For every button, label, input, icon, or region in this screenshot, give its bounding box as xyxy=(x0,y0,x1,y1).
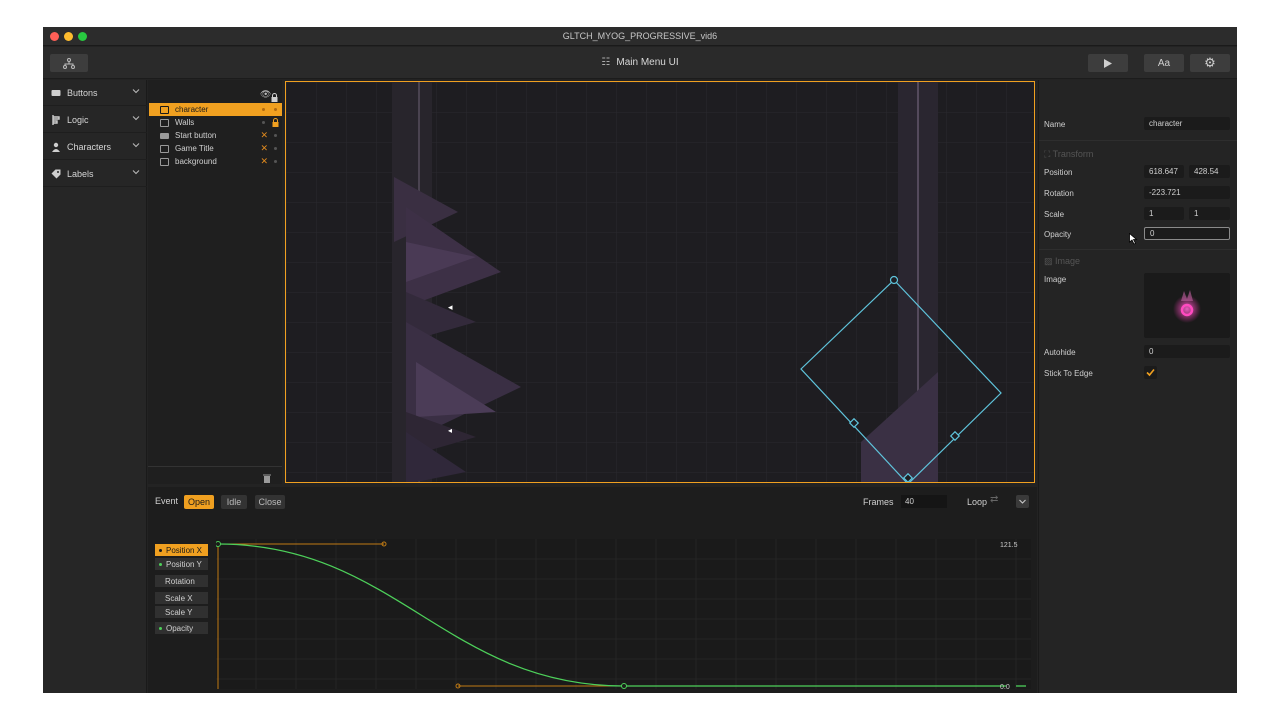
lock-icon[interactable] xyxy=(272,118,279,129)
layer-item-character[interactable]: character xyxy=(149,103,282,116)
trash-icon[interactable] xyxy=(263,470,271,488)
event-label: Event xyxy=(155,496,179,506)
curve-editor[interactable]: 121.5 0.0 0 10 20 30 xyxy=(216,539,1031,693)
svg-text:◂: ◂ xyxy=(448,426,452,435)
position-y-field[interactable]: 428.54 xyxy=(1189,165,1230,178)
settings-button[interactable]: ⚙ xyxy=(1190,54,1230,72)
scene-canvas[interactable]: ◂ ◂ xyxy=(285,81,1035,483)
list-icon: ☷ xyxy=(601,57,611,68)
scene-view: ◂ ◂ xyxy=(286,82,1034,482)
image-icon xyxy=(160,118,169,127)
curve-max-value: 121.5 xyxy=(1000,542,1018,549)
frames-input[interactable]: 40 xyxy=(901,495,947,508)
image-icon xyxy=(160,157,169,166)
scale-x-field[interactable]: 1 xyxy=(1144,207,1184,220)
image-icon: ▨ xyxy=(1044,256,1053,266)
chevron-down-icon xyxy=(132,114,140,124)
loop-label: Loop xyxy=(967,497,988,507)
property-opacity[interactable]: Opacity xyxy=(155,622,208,634)
property-scale-y[interactable]: Scale Y xyxy=(155,606,208,618)
buttons-icon xyxy=(51,88,61,98)
hidden-icon[interactable]: ✕ xyxy=(260,156,268,167)
property-scale-x[interactable]: Scale X xyxy=(155,592,208,604)
layer-item-background[interactable]: background ✕ xyxy=(149,155,282,168)
gear-icon: ⚙ xyxy=(1204,55,1216,70)
scale-label: Scale xyxy=(1044,210,1065,219)
sidebar-item-buttons[interactable]: Buttons xyxy=(43,80,147,106)
property-position-x[interactable]: Position X xyxy=(155,544,208,556)
image-preview[interactable] xyxy=(1144,273,1230,338)
mouse-cursor-icon xyxy=(1129,232,1138,250)
person-icon xyxy=(51,142,61,152)
image-icon xyxy=(160,144,169,153)
character-sprite xyxy=(1173,290,1201,323)
app-window: GLTCH_MYOG_PROGRESSIVE_vid6 ☷ Main Menu U… xyxy=(43,27,1237,693)
frames-label: Frames xyxy=(863,497,894,507)
layers-panel: 👁 character Walls Start button ✕ Game Ti… xyxy=(148,80,282,484)
property-rotation[interactable]: Rotation xyxy=(155,575,208,587)
scene-title[interactable]: ☷ Main Menu UI xyxy=(43,57,1237,68)
sidebar-item-logic[interactable]: Logic xyxy=(43,107,147,133)
toolbar: ☷ Main Menu UI Aa ⚙ xyxy=(43,47,1237,79)
curve-end-value: 0.0 xyxy=(1000,684,1010,691)
chevron-down-icon xyxy=(1019,499,1026,504)
timeline-options-button[interactable] xyxy=(1016,495,1029,508)
chevron-down-icon xyxy=(132,168,140,178)
event-open-button[interactable]: Open xyxy=(184,495,214,509)
play-icon xyxy=(1104,58,1112,68)
opacity-label: Opacity xyxy=(1044,230,1072,239)
logic-icon xyxy=(51,114,61,125)
event-idle-button[interactable]: Idle xyxy=(221,495,247,509)
layer-item-walls[interactable]: Walls xyxy=(149,116,282,129)
image-icon xyxy=(160,105,169,114)
hidden-icon[interactable]: ✕ xyxy=(260,130,268,141)
transform-icon: ⛶ xyxy=(1044,149,1051,159)
scale-y-field[interactable]: 1 xyxy=(1189,207,1230,220)
name-label: Name xyxy=(1044,120,1066,129)
opacity-field[interactable]: 0 xyxy=(1144,227,1230,240)
position-label: Position xyxy=(1044,168,1073,177)
rotation-label: Rotation xyxy=(1044,189,1074,198)
play-button[interactable] xyxy=(1088,54,1128,72)
sidebar-item-labels[interactable]: Labels xyxy=(43,161,147,187)
rotation-field[interactable]: -223.721 xyxy=(1144,186,1230,199)
font-button[interactable]: Aa xyxy=(1144,54,1184,72)
chevron-down-icon xyxy=(132,87,140,97)
position-x-field[interactable]: 618.647 xyxy=(1144,165,1184,178)
image-label: Image xyxy=(1044,275,1067,284)
svg-text:◂: ◂ xyxy=(448,303,453,313)
loop-icon[interactable]: ⇄ xyxy=(990,494,998,505)
name-field[interactable]: character xyxy=(1144,117,1230,130)
button-icon xyxy=(160,132,169,139)
sidebar-item-characters[interactable]: Characters xyxy=(43,134,147,160)
autohide-field[interactable]: 0 xyxy=(1144,345,1230,358)
autohide-label: Autohide xyxy=(1044,348,1076,357)
property-position-y[interactable]: Position Y xyxy=(155,558,208,570)
transform-section: ⛶ Transform xyxy=(1044,149,1094,159)
hidden-icon[interactable]: ✕ xyxy=(260,143,268,154)
stick-to-edge-checkbox[interactable] xyxy=(1144,366,1157,379)
stick-to-edge-label: Stick To Edge xyxy=(1044,369,1093,378)
event-close-button[interactable]: Close xyxy=(255,495,285,509)
window-title: GLTCH_MYOG_PROGRESSIVE_vid6 xyxy=(562,31,718,41)
chevron-down-icon xyxy=(132,141,140,151)
checkmark-icon xyxy=(1146,368,1155,377)
inspector-panel: Name character ⛶ Transform Position 618.… xyxy=(1038,80,1237,693)
component-sidebar: Buttons Logic Characters Labels xyxy=(43,80,147,693)
eye-icon[interactable]: 👁 xyxy=(260,89,271,100)
title-bar: GLTCH_MYOG_PROGRESSIVE_vid6 xyxy=(43,27,1237,46)
layer-item-start-button[interactable]: Start button ✕ xyxy=(149,129,282,142)
tag-icon xyxy=(51,169,61,179)
timeline-panel: Event Open Idle Close Frames 40 Loop ⇄ P… xyxy=(148,487,1037,693)
image-section: ▨ Image xyxy=(1044,256,1081,266)
layer-item-game-title[interactable]: Game Title ✕ xyxy=(149,142,282,155)
